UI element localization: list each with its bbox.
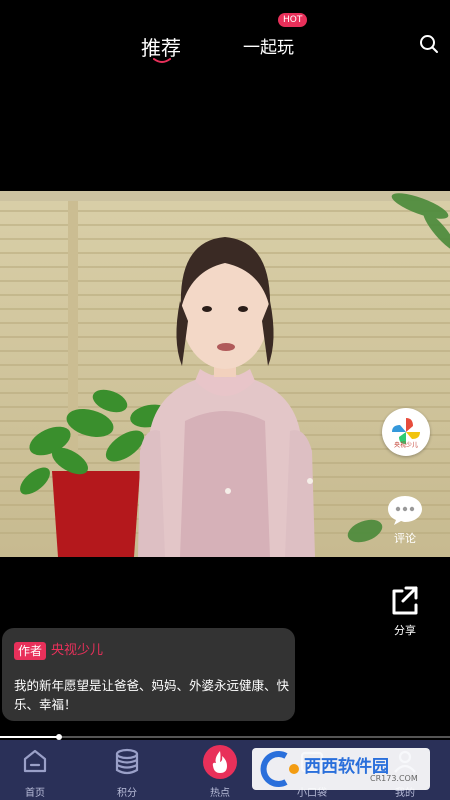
caption-text: 我的新年愿望是让爸爸、妈妈、外婆永远健康、快乐、幸福！ [14, 678, 290, 712]
video-progress-bar[interactable] [0, 734, 450, 740]
home-icon [23, 749, 47, 773]
comment-icon [388, 496, 422, 525]
watermark-logo-icon [260, 751, 299, 787]
video-caption: 作者 央视少儿 我的新年愿望是让爸爸、妈妈、外婆永远健康、快乐、幸福！ [2, 628, 295, 721]
app-screen: 推荐 一起玩 HOT 央视少儿 评论 分享 作者 央视少儿 我的新年愿望是让爸爸… [0, 0, 450, 800]
tab-play-together[interactable]: 一起玩 [243, 33, 294, 58]
share-label: 分享 [394, 624, 416, 637]
active-tab-indicator [153, 58, 171, 63]
tab-recommend-label: 推荐 [141, 36, 181, 60]
author-tag: 作者 [14, 642, 47, 660]
site-watermark: 西西软件园 CR173.COM [252, 748, 430, 790]
coins-icon [115, 748, 139, 775]
channel-logo-text: 央视少儿 [393, 442, 418, 449]
nav-label-points: 积分 [117, 788, 137, 799]
nav-item-points[interactable]: 积分 [97, 740, 157, 800]
comment-button[interactable]: 评论 [380, 494, 430, 546]
author-name[interactable]: 央视少儿 [51, 642, 103, 660]
nav-label-home: 首页 [25, 788, 45, 799]
search-icon[interactable] [418, 33, 440, 55]
top-bar: 推荐 一起玩 HOT [0, 0, 450, 80]
progress-fill [0, 736, 59, 738]
tab-recommend[interactable]: 推荐 [141, 32, 181, 63]
share-button[interactable]: 分享 [380, 584, 430, 638]
nav-label-hot: 热点 [210, 788, 230, 799]
share-icon [392, 586, 418, 615]
tab-play-together-label: 一起玩 [243, 38, 294, 58]
fire-icon [203, 745, 237, 779]
nav-item-hot[interactable]: 热点 [190, 740, 250, 800]
watermark-sub: CR173.COM [370, 774, 418, 783]
hot-badge: HOT [278, 13, 308, 27]
channel-logo-button[interactable]: 央视少儿 [382, 408, 430, 456]
nav-item-home[interactable]: 首页 [5, 740, 65, 800]
comment-label: 评论 [394, 532, 416, 545]
